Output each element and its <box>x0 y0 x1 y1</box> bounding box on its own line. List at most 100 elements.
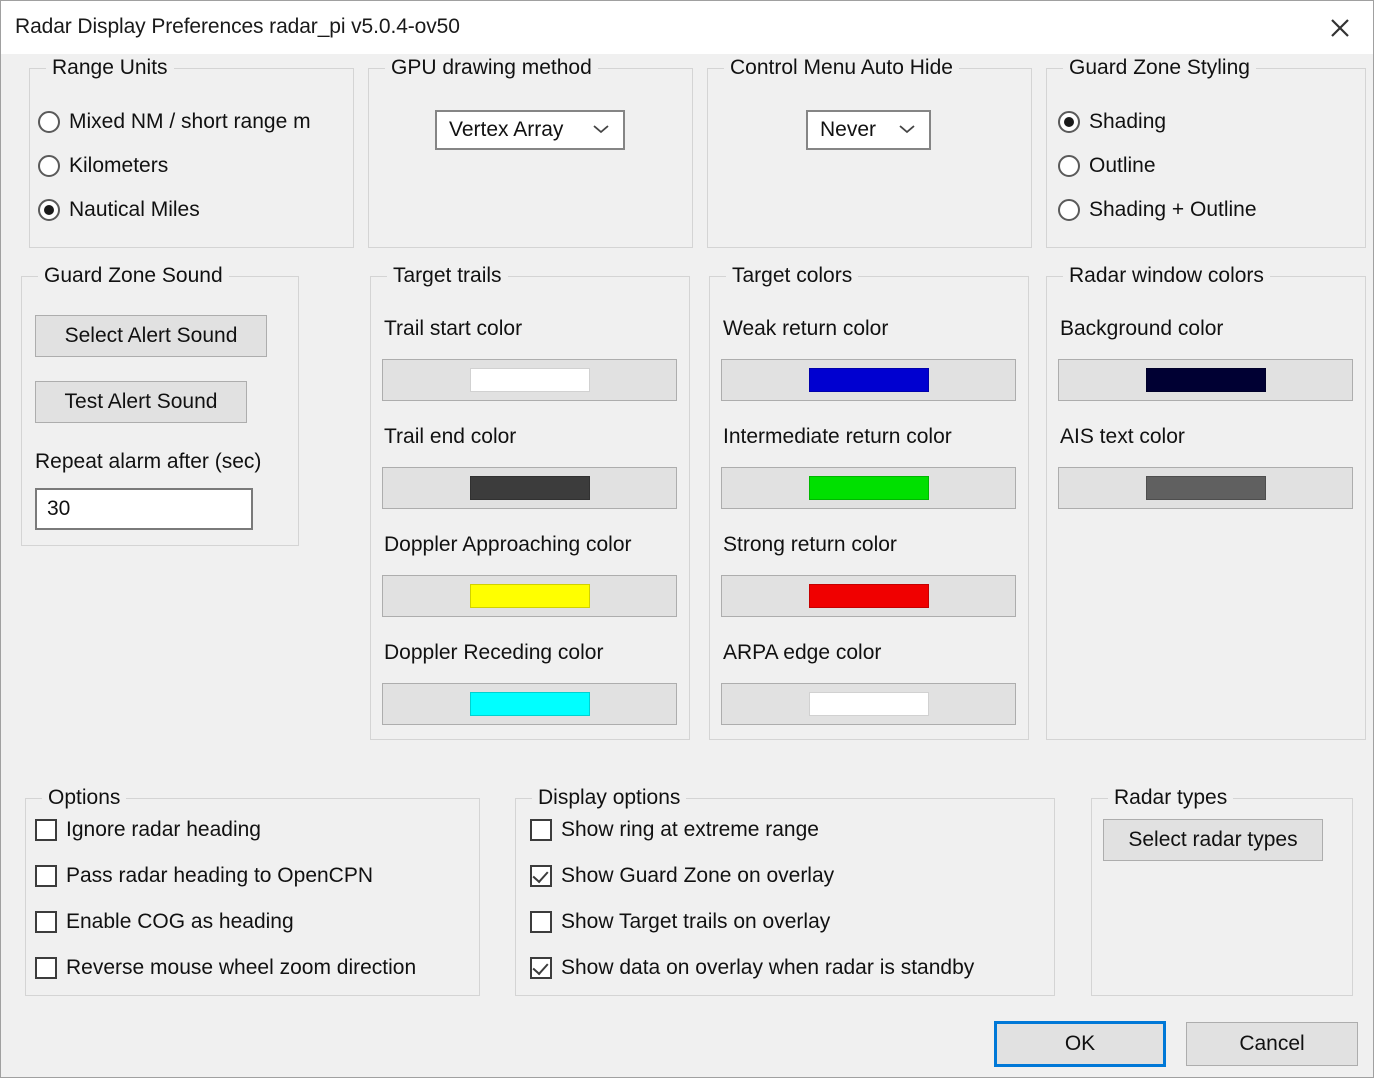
group-title-display-options: Display options <box>532 785 687 811</box>
control-menu-auto-hide-value: Never <box>820 118 877 141</box>
checkbox-indicator <box>35 911 57 933</box>
radio-range-units-mixed[interactable]: Mixed NM / short range m <box>38 111 311 133</box>
trail-start-color-button[interactable] <box>382 359 677 401</box>
arpa-edge-color-label: ARPA edge color <box>723 641 882 664</box>
checkbox-label: Pass radar heading to OpenCPN <box>66 864 374 887</box>
strong-return-color-button[interactable] <box>721 575 1016 617</box>
radio-indicator <box>38 155 60 177</box>
doppler-approaching-color-button[interactable] <box>382 575 677 617</box>
group-options: Options Ignore radar heading Pass radar … <box>25 785 480 996</box>
radio-indicator <box>1058 155 1080 177</box>
group-title-target-colors: Target colors <box>726 263 859 289</box>
checkbox-enable-cog-as-heading[interactable]: Enable COG as heading <box>35 911 294 933</box>
chevron-down-icon <box>899 121 915 139</box>
repeat-alarm-input[interactable]: 30 <box>35 488 253 530</box>
group-target-colors: Target colors Weak return color Intermed… <box>709 263 1029 740</box>
group-title-radar-types: Radar types <box>1108 785 1234 811</box>
radio-guard-zone-shading-outline[interactable]: Shading + Outline <box>1058 199 1257 221</box>
radio-guard-zone-shading[interactable]: Shading <box>1058 111 1166 133</box>
gpu-drawing-method-value: Vertex Array <box>449 118 564 141</box>
group-radar-window-colors: Radar window colors Background color AIS… <box>1046 263 1366 740</box>
checkbox-label: Show data on overlay when radar is stand… <box>561 956 975 979</box>
checkbox-label: Show ring at extreme range <box>561 818 819 841</box>
checkbox-reverse-mouse-wheel-zoom-direction[interactable]: Reverse mouse wheel zoom direction <box>35 957 416 979</box>
trail-end-color-label: Trail end color <box>384 425 517 448</box>
color-swatch <box>1145 368 1266 392</box>
radio-range-units-kilometers[interactable]: Kilometers <box>38 155 168 177</box>
group-guard-zone-sound: Guard Zone Sound Select Alert Sound Test… <box>21 263 299 546</box>
select-alert-sound-button[interactable]: Select Alert Sound <box>35 315 267 357</box>
trail-end-color-button[interactable] <box>382 467 677 509</box>
checkbox-show-guard-zone-on-overlay[interactable]: Show Guard Zone on overlay <box>530 865 834 887</box>
checkbox-label: Show Target trails on overlay <box>561 910 831 933</box>
group-title-control-menu-auto-hide: Control Menu Auto Hide <box>724 55 959 81</box>
select-radar-types-button[interactable]: Select radar types <box>1103 819 1323 861</box>
test-alert-sound-button[interactable]: Test Alert Sound <box>35 381 247 423</box>
ais-text-color-button[interactable] <box>1058 467 1353 509</box>
radio-label: Shading <box>1089 110 1167 133</box>
group-title-guard-zone-styling: Guard Zone Styling <box>1063 55 1256 81</box>
cancel-button[interactable]: Cancel <box>1186 1022 1358 1066</box>
arpa-edge-color-button[interactable] <box>721 683 1016 725</box>
radio-label: Outline <box>1089 154 1156 177</box>
radio-indicator <box>38 111 60 133</box>
close-icon[interactable] <box>1307 1 1373 54</box>
checkbox-indicator <box>530 819 552 841</box>
background-color-label: Background color <box>1060 317 1224 340</box>
checkbox-show-data-on-overlay-when-radar-is-standby[interactable]: Show data on overlay when radar is stand… <box>530 957 974 979</box>
color-swatch <box>469 584 590 608</box>
group-title-options: Options <box>42 785 127 811</box>
checkbox-show-target-trails-on-overlay[interactable]: Show Target trails on overlay <box>530 911 830 933</box>
color-swatch <box>808 476 929 500</box>
color-swatch <box>1145 476 1266 500</box>
radio-label: Nautical Miles <box>69 198 200 221</box>
radio-range-units-nautical-miles[interactable]: Nautical Miles <box>38 199 200 221</box>
title-bar: Radar Display Preferences radar_pi v5.0.… <box>1 1 1373 54</box>
trail-start-color-label: Trail start color <box>384 317 523 340</box>
color-swatch <box>469 692 590 716</box>
group-display-options: Display options Show ring at extreme ran… <box>515 785 1055 996</box>
group-guard-zone-styling: Guard Zone Styling Shading Outline Shadi… <box>1046 55 1366 248</box>
repeat-alarm-label: Repeat alarm after (sec) <box>35 450 262 473</box>
group-gpu-drawing-method: GPU drawing method Vertex Array <box>368 55 693 248</box>
gpu-drawing-method-select[interactable]: Vertex Array <box>435 110 625 150</box>
doppler-receding-color-button[interactable] <box>382 683 677 725</box>
doppler-receding-color-label: Doppler Receding color <box>384 641 604 664</box>
radio-label: Shading + Outline <box>1089 198 1257 221</box>
checkbox-pass-radar-heading-to-opencpn[interactable]: Pass radar heading to OpenCPN <box>35 865 373 887</box>
group-title-radar-window-colors: Radar window colors <box>1063 263 1270 289</box>
color-swatch <box>808 368 929 392</box>
checkbox-indicator <box>35 957 57 979</box>
group-title-gpu-drawing-method: GPU drawing method <box>385 55 598 81</box>
checkbox-label: Ignore radar heading <box>66 818 261 841</box>
radio-indicator <box>1058 111 1080 133</box>
radio-indicator <box>1058 199 1080 221</box>
weak-return-color-label: Weak return color <box>723 317 889 340</box>
checkbox-label: Enable COG as heading <box>66 910 294 933</box>
group-target-trails: Target trails Trail start color Trail en… <box>370 263 690 740</box>
ais-text-color-label: AIS text color <box>1060 425 1185 448</box>
weak-return-color-button[interactable] <box>721 359 1016 401</box>
checkbox-show-ring-at-extreme-range[interactable]: Show ring at extreme range <box>530 819 819 841</box>
intermediate-return-color-label: Intermediate return color <box>723 425 952 448</box>
radio-guard-zone-outline[interactable]: Outline <box>1058 155 1156 177</box>
radio-label: Mixed NM / short range m <box>69 110 311 133</box>
checkbox-ignore-radar-heading[interactable]: Ignore radar heading <box>35 819 261 841</box>
intermediate-return-color-button[interactable] <box>721 467 1016 509</box>
preferences-dialog: Radar Display Preferences radar_pi v5.0.… <box>0 0 1374 1078</box>
group-control-menu-auto-hide: Control Menu Auto Hide Never <box>707 55 1032 248</box>
group-radar-types: Radar types Select radar types <box>1091 785 1353 996</box>
control-menu-auto-hide-select[interactable]: Never <box>806 110 931 150</box>
color-swatch <box>808 692 929 716</box>
color-swatch <box>469 368 590 392</box>
chevron-down-icon <box>593 121 609 139</box>
ok-button[interactable]: OK <box>994 1021 1166 1067</box>
checkbox-indicator <box>35 865 57 887</box>
radio-label: Kilometers <box>69 154 169 177</box>
checkbox-label: Reverse mouse wheel zoom direction <box>66 956 417 979</box>
background-color-button[interactable] <box>1058 359 1353 401</box>
checkbox-indicator <box>530 911 552 933</box>
checkbox-label: Show Guard Zone on overlay <box>561 864 835 887</box>
color-swatch <box>469 476 590 500</box>
group-title-target-trails: Target trails <box>387 263 508 289</box>
